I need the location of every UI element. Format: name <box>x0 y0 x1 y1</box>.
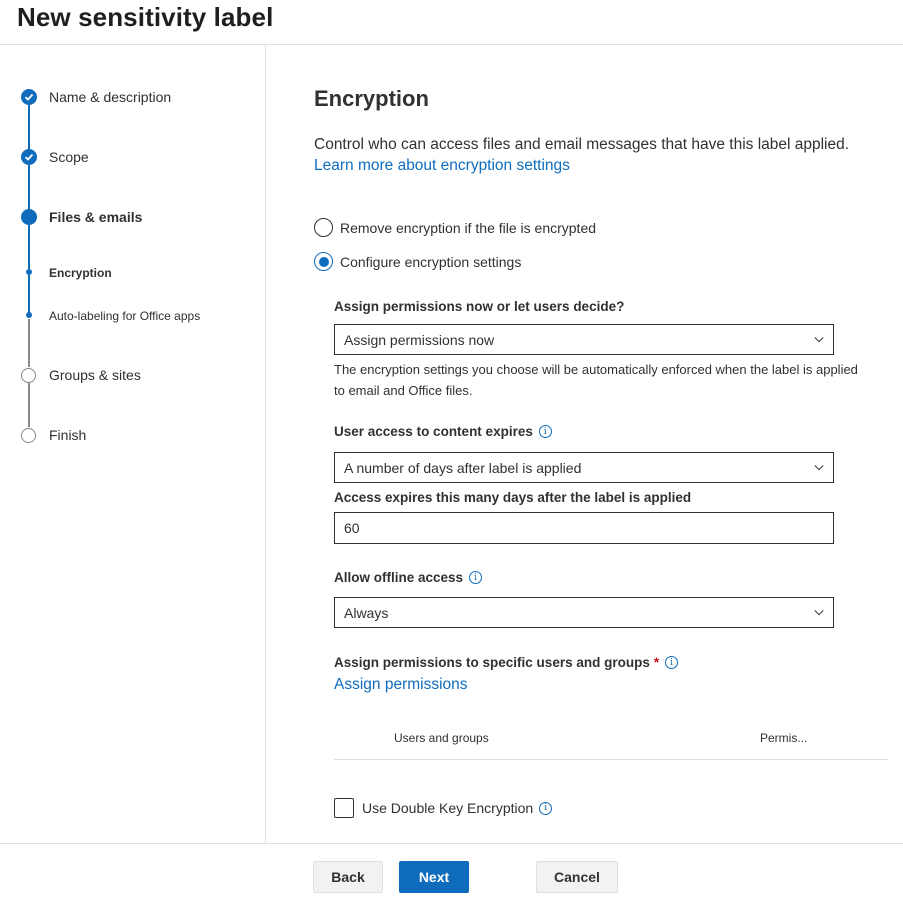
step-label: Name & description <box>49 89 172 105</box>
dropdown-value: Assign permissions now <box>344 331 495 348</box>
info-icon[interactable]: i <box>665 656 679 669</box>
label-text: Access expires this many days after the … <box>334 490 692 505</box>
radio-label: Configure encryption settings <box>340 253 522 270</box>
learn-more-link[interactable]: Learn more about encryption settings <box>314 157 570 175</box>
offline-access-label: Allow offline access i <box>334 570 483 585</box>
stepper-connector <box>28 383 30 427</box>
section-description: Control who can access files and email m… <box>314 136 850 153</box>
user-access-expires-dropdown[interactable]: A number of days after label is applied <box>334 452 834 483</box>
page-title: New sensitivity label <box>17 2 274 32</box>
assign-permissions-question-label: Assign permissions now or let users deci… <box>334 299 624 314</box>
stepper-connector <box>28 319 30 367</box>
empty-circle-icon <box>21 368 36 383</box>
info-icon[interactable]: i <box>538 425 552 438</box>
stepper-connector <box>28 105 30 153</box>
next-button[interactable]: Next <box>399 861 469 893</box>
cancel-button[interactable]: Cancel <box>536 861 618 893</box>
stepper-connector <box>28 275 30 313</box>
label-text: Allow offline access <box>334 570 464 585</box>
step-label: Finish <box>49 427 87 443</box>
step-label: Scope <box>49 149 89 165</box>
checkbox-label: Use Double Key Encryption <box>362 800 534 816</box>
radio-configure-encryption[interactable]: Configure encryption settings <box>314 252 521 271</box>
access-expires-days-label: Access expires this many days after the … <box>334 490 691 505</box>
sidebar-divider <box>265 45 266 843</box>
label-text: Assign permissions now or let users deci… <box>334 299 625 314</box>
column-header-permissions[interactable]: Permis... <box>760 731 807 745</box>
dropdown-value: A number of days after label is applied <box>344 459 582 476</box>
assign-permissions-helper-text: The encryption settings you choose will … <box>334 362 858 398</box>
assign-permissions-dropdown[interactable]: Assign permissions now <box>334 324 834 355</box>
step-label: Auto-labeling for Office apps <box>49 309 201 323</box>
user-access-expires-label: User access to content expires i <box>334 424 552 439</box>
assign-permissions-link[interactable]: Assign permissions <box>334 676 468 694</box>
radio-label: Remove encryption if the file is encrypt… <box>340 219 597 236</box>
checkmark-circle-icon <box>21 89 37 105</box>
chevron-down-icon <box>814 464 824 470</box>
back-button[interactable]: Back <box>313 861 383 893</box>
info-icon[interactable]: i <box>469 571 483 584</box>
info-icon[interactable]: i <box>539 801 553 815</box>
radio-remove-encryption[interactable]: Remove encryption if the file is encrypt… <box>314 218 596 237</box>
footer-divider <box>0 843 903 844</box>
double-key-checkbox[interactable] <box>334 798 354 818</box>
specific-permissions-label: Assign permissions to specific users and… <box>334 655 679 670</box>
double-key-encryption-option[interactable]: Use Double Key Encryption i <box>334 798 553 818</box>
label-text: Assign permissions to specific users and… <box>334 655 650 670</box>
checkmark-circle-icon <box>21 149 37 165</box>
header-divider <box>0 44 903 45</box>
access-expires-days-input[interactable]: 60 <box>334 512 834 544</box>
dropdown-value: Always <box>344 604 389 621</box>
chevron-down-icon <box>814 609 824 615</box>
step-label: Encryption <box>49 266 112 280</box>
stepper-connector <box>28 225 30 269</box>
chevron-down-icon <box>814 336 824 342</box>
step-label: Groups & sites <box>49 367 141 383</box>
column-header-users-groups[interactable]: Users and groups <box>394 731 489 745</box>
empty-circle-icon <box>21 428 36 443</box>
required-marker: * <box>653 655 660 670</box>
section-heading: Encryption <box>314 86 429 111</box>
radio-selected-dot-icon <box>318 256 329 267</box>
radio-button[interactable] <box>314 252 333 271</box>
step-label: Files & emails <box>49 209 143 225</box>
offline-access-dropdown[interactable]: Always <box>334 597 834 628</box>
substep-dot-icon <box>26 312 32 318</box>
radio-button[interactable] <box>314 218 333 237</box>
permissions-table-header: Users and groups Permis... <box>334 728 888 760</box>
substep-dot-icon <box>26 269 32 275</box>
current-step-dot-icon <box>21 209 37 225</box>
stepper-connector <box>28 165 30 213</box>
label-text: User access to content expires <box>334 424 533 439</box>
